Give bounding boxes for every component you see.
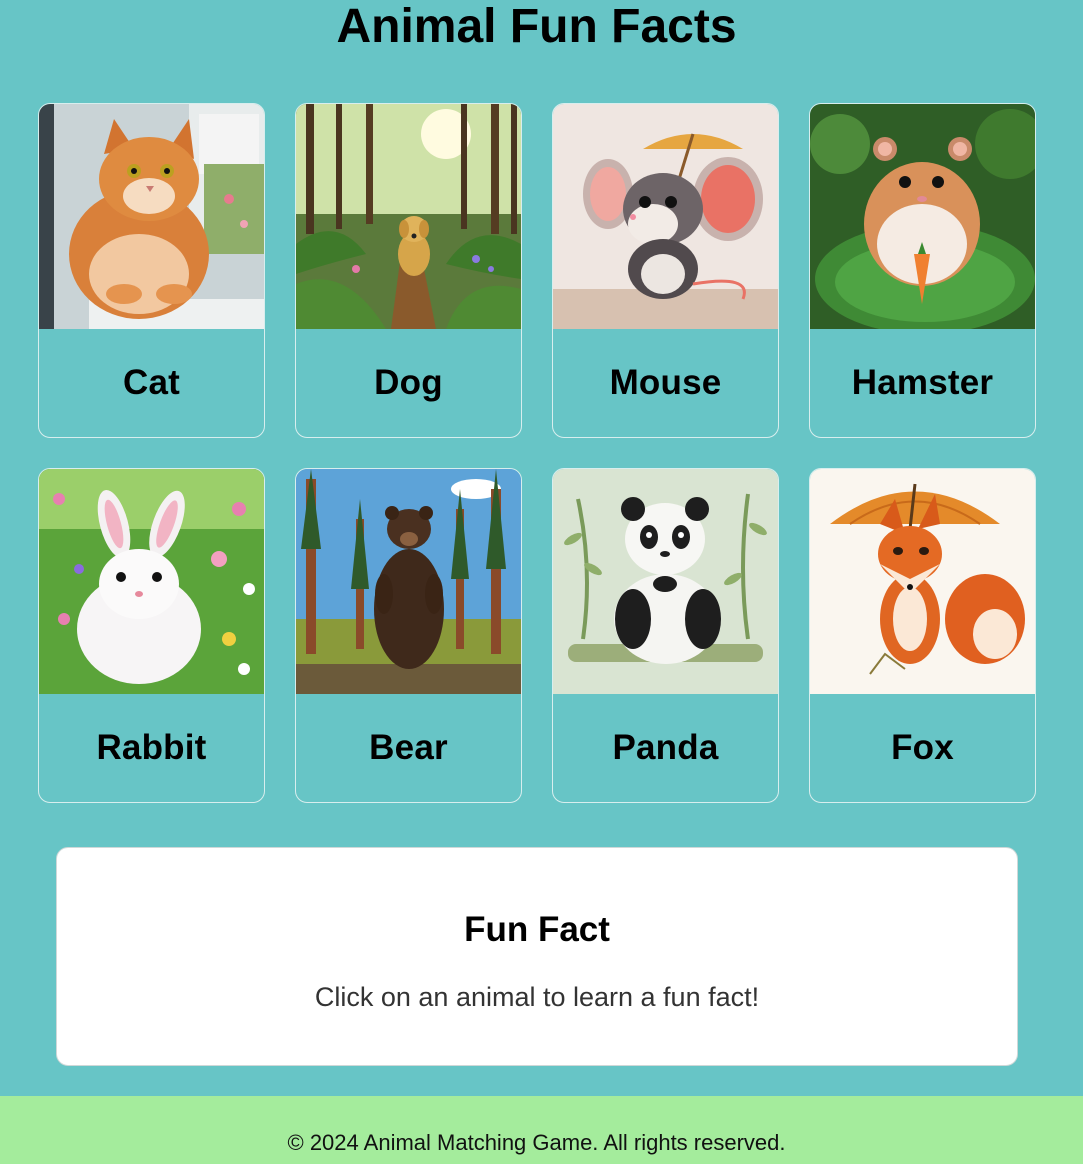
fun-fact-text: Click on an animal to learn a fun fact!: [314, 982, 760, 1012]
animal-card-hamster[interactable]: Hamster: [809, 103, 1036, 438]
animal-name: Hamster: [851, 363, 994, 402]
rabbit-image: [39, 469, 264, 694]
animal-name: Fox: [891, 728, 954, 767]
animal-name: Cat: [123, 363, 180, 402]
footer-text: © 2024 Animal Matching Game. All rights …: [287, 1130, 786, 1155]
animal-card-dog[interactable]: Dog: [295, 103, 522, 438]
animal-card-mouse[interactable]: Mouse: [552, 103, 779, 438]
animal-name: Mouse: [609, 363, 722, 402]
fox-image: [810, 469, 1035, 694]
animal-card-cat[interactable]: Cat: [38, 103, 265, 438]
panda-image: [553, 469, 778, 694]
footer: © 2024 Animal Matching Game. All rights …: [0, 1096, 1083, 1164]
hamster-image: [810, 104, 1035, 329]
animal-name: Rabbit: [96, 728, 207, 767]
animal-grid: Cat Dog Mouse Hamster Rabbit Bear Panda …: [38, 103, 1036, 803]
animal-card-rabbit[interactable]: Rabbit: [38, 468, 265, 803]
animal-card-bear[interactable]: Bear: [295, 468, 522, 803]
mouse-image: [553, 104, 778, 329]
animal-card-panda[interactable]: Panda: [552, 468, 779, 803]
page-title: Animal Fun Facts: [336, 0, 737, 53]
animal-name: Panda: [612, 728, 719, 767]
bear-image: [296, 469, 521, 694]
animal-name: Bear: [369, 728, 448, 767]
animal-card-fox[interactable]: Fox: [809, 468, 1036, 803]
cat-image: [39, 104, 264, 329]
fun-fact-panel: Fun Fact Click on an animal to learn a f…: [56, 847, 1018, 1066]
animal-name: Dog: [374, 363, 443, 402]
fun-fact-title: Fun Fact: [464, 910, 610, 949]
dog-image: [296, 104, 521, 329]
